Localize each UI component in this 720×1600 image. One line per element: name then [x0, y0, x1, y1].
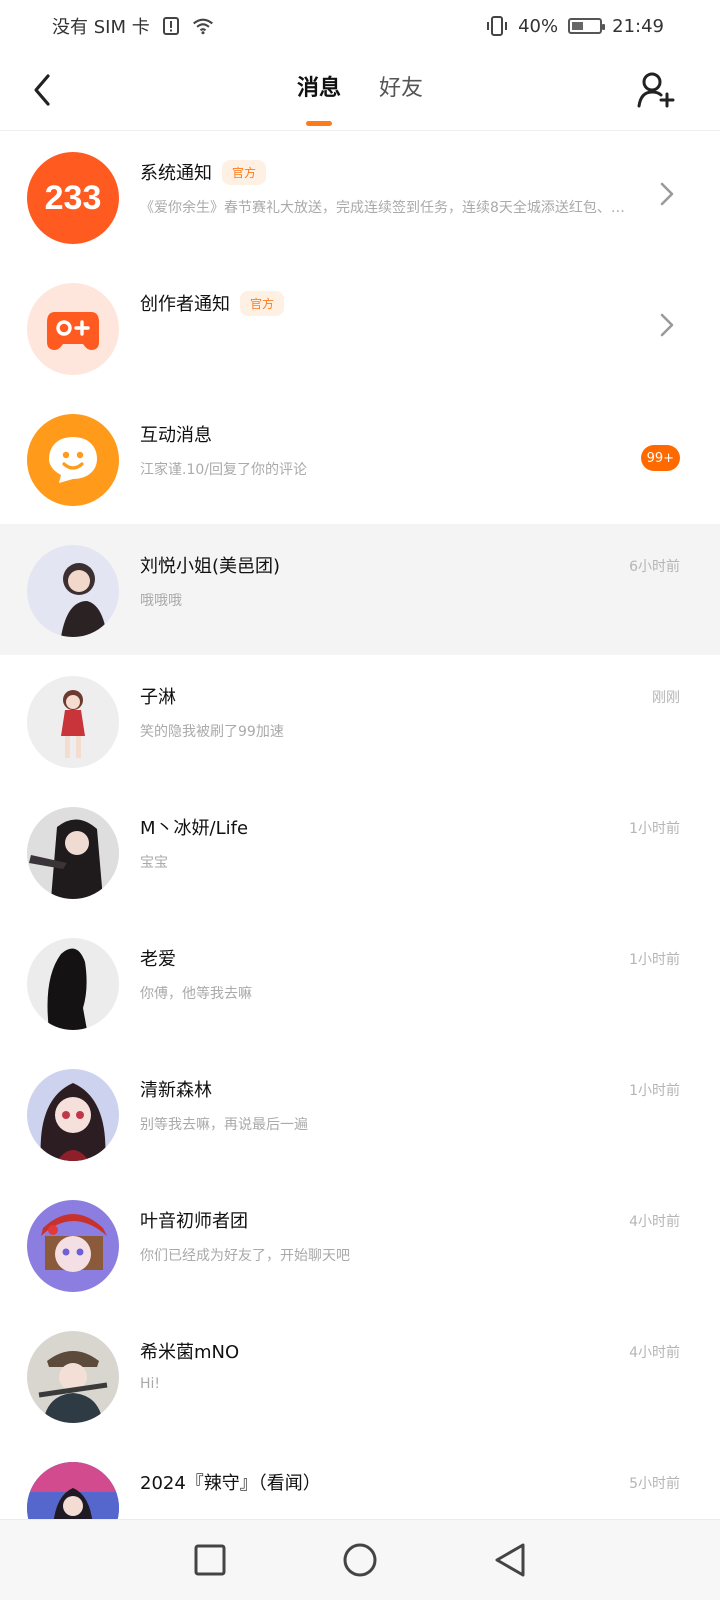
avatar-figure-icon — [41, 1214, 107, 1272]
tab-friends-label: 好友 — [379, 76, 424, 101]
interaction-messages-row[interactable]: 互动消息 江家谨.10/回复了你的评论 99+ — [0, 393, 720, 524]
alert-icon — [160, 15, 182, 37]
system-notice-title: 系统通知 — [140, 163, 212, 184]
timestamp: 4小时前 — [629, 1345, 680, 1361]
avatar-figure-icon — [40, 1083, 106, 1161]
gamepad-plus-icon — [47, 312, 99, 350]
contact-name: 叶音初师者团 — [140, 1211, 248, 1232]
message-preview: 你傅，他等我去嘛 — [140, 986, 252, 1002]
contact-name: 2024『辣守』（看闻） — [140, 1473, 321, 1494]
smile-bubble-icon — [49, 437, 97, 483]
chevron-right-icon — [660, 313, 674, 337]
message-preview: 笑的隐我被刷了99加速 — [140, 724, 284, 740]
add-user-icon — [637, 72, 675, 108]
official-tag: 官方 — [222, 159, 267, 185]
message-preview: 你们已经成为好友了，开始聊天吧 — [140, 1248, 350, 1264]
system-notice-preview: 《爱你余生》春节赛礼大放送，完成连续签到任务，连续8天全城添送红包、… — [140, 200, 625, 216]
back-nav-button[interactable] — [490, 1540, 530, 1580]
message-preview: 别等我去嘛，再说最后一遍 — [140, 1117, 308, 1133]
avatar — [27, 1331, 119, 1423]
message-list: 233 系统通知 官方 《爱你余生》春节赛礼大放送，完成连续签到任务，连续8天全… — [0, 131, 720, 1572]
carrier-text: 没有 SIM 卡 — [52, 17, 150, 38]
battery-percent: 40% — [518, 15, 559, 37]
timestamp: 1小时前 — [629, 1083, 680, 1099]
creator-notice-avatar — [27, 283, 119, 375]
battery-icon — [568, 18, 606, 34]
add-friend-button[interactable] — [632, 68, 680, 112]
row-title: 互动消息 — [140, 421, 212, 447]
timestamp: 1小时前 — [629, 952, 680, 968]
avatar — [27, 676, 119, 768]
avatar — [27, 807, 119, 899]
conversation-row[interactable]: 清新森林 别等我去嘛，再说最后一遍 1小时前 — [0, 1048, 720, 1179]
status-bar: 没有 SIM 卡 40% 21:49 — [0, 0, 720, 52]
creator-notice-row[interactable]: 创作者通知 官方 — [0, 262, 720, 393]
interaction-title: 互动消息 — [140, 425, 212, 446]
vibrate-icon — [486, 15, 508, 37]
avatar-figure-icon — [38, 1351, 108, 1423]
conversation-row[interactable]: M丶冰妍/Life 宝宝 1小时前 — [0, 786, 720, 917]
tab-bar: 消息 好友 — [0, 70, 720, 126]
contact-name: M丶冰妍/Life — [140, 818, 249, 839]
avatar-figure-icon — [61, 690, 85, 758]
header: 消息 好友 — [0, 52, 720, 131]
timestamp: 6小时前 — [629, 559, 680, 575]
conversation-row[interactable]: 老爱 你傅，他等我去嘛 1小时前 — [0, 917, 720, 1048]
wifi-icon — [192, 15, 214, 37]
timestamp: 刚刚 — [652, 690, 680, 706]
unread-badge: 99+ — [640, 445, 680, 471]
status-left: 没有 SIM 卡 — [52, 13, 214, 39]
avatar — [27, 545, 119, 637]
system-notice-row[interactable]: 233 系统通知 官方 《爱你余生》春节赛礼大放送，完成连续签到任务，连续8天全… — [0, 131, 720, 262]
square-icon — [194, 1544, 226, 1576]
recent-apps-button[interactable] — [190, 1540, 230, 1580]
contact-name: 老爱 — [140, 949, 176, 970]
active-tab-indicator — [305, 121, 332, 126]
avatar — [27, 938, 119, 1030]
clock: 21:49 — [612, 15, 664, 37]
battery-level — [572, 22, 583, 30]
creator-notice-title: 创作者通知 — [140, 294, 230, 315]
triangle-back-icon — [495, 1543, 525, 1577]
circle-icon — [343, 1543, 377, 1577]
interaction-avatar — [27, 414, 119, 506]
avatar-figure-icon — [29, 819, 103, 899]
tab-messages[interactable]: 消息 — [296, 70, 341, 126]
avatar-233-label: 233 — [44, 178, 102, 217]
tab-friends[interactable]: 好友 — [379, 70, 423, 116]
system-notice-avatar: 233 — [27, 152, 119, 244]
avatar — [27, 1200, 119, 1292]
contact-name: 刘悦小姐(美邑团) — [140, 556, 281, 577]
row-title: 系统通知 官方 — [140, 159, 267, 185]
avatar-silhouette-icon — [47, 948, 87, 1030]
message-preview: Hi! — [140, 1376, 161, 1392]
conversation-row[interactable]: 叶音初师者团 你们已经成为好友了，开始聊天吧 4小时前 — [0, 1179, 720, 1310]
contact-name: 清新森林 — [140, 1080, 212, 1101]
chevron-right-icon — [660, 182, 674, 206]
status-right: 40% 21:49 — [486, 15, 664, 37]
conversation-row[interactable]: 刘悦小姐(美邑团) 哦哦哦 6小时前 — [0, 524, 720, 655]
timestamp: 5小时前 — [629, 1476, 680, 1492]
conversation-row[interactable]: 子淋 笑的隐我被刷了99加速 刚刚 — [0, 655, 720, 786]
avatar — [27, 1069, 119, 1161]
timestamp: 4小时前 — [629, 1214, 680, 1230]
contact-name: 子淋 — [140, 687, 176, 708]
official-tag: 官方 — [240, 290, 285, 316]
contact-name: 希米菌mNO — [140, 1342, 240, 1363]
message-preview: 哦哦哦 — [140, 593, 182, 609]
timestamp: 1小时前 — [629, 821, 680, 837]
message-preview: 宝宝 — [140, 855, 168, 871]
home-button[interactable] — [340, 1540, 380, 1580]
system-nav-bar — [0, 1519, 720, 1600]
tab-messages-label: 消息 — [296, 76, 341, 101]
interaction-preview: 江家谨.10/回复了你的评论 — [140, 462, 307, 478]
conversation-row[interactable]: 希米菌mNO Hi! 4小时前 — [0, 1310, 720, 1441]
row-title: 创作者通知 官方 — [140, 290, 285, 316]
avatar-figure-icon — [61, 563, 107, 637]
